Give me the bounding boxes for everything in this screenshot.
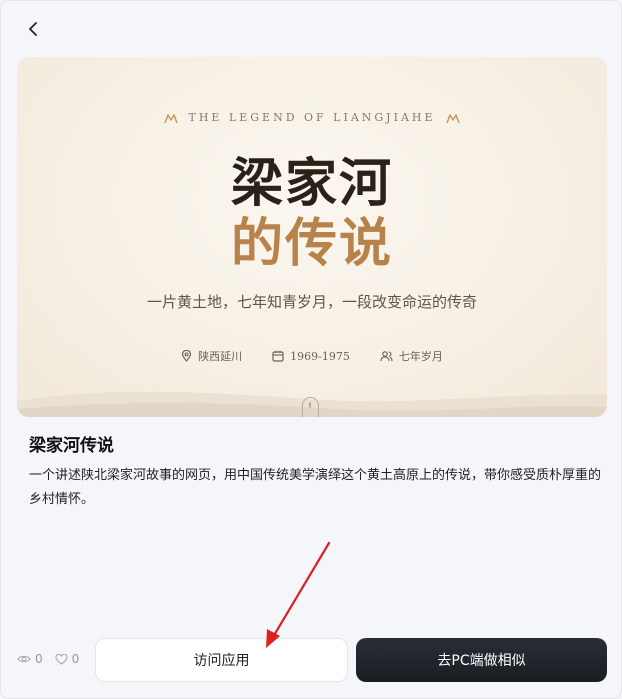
app-description: 一个讲述陕北梁家河故事的网页，用中国传统美学演绎这个黄土高原上的传说，带你感受质… bbox=[29, 468, 602, 507]
meta-duration-text: 七年岁月 bbox=[398, 350, 443, 363]
calendar-icon bbox=[272, 350, 284, 362]
eye-icon bbox=[17, 655, 31, 663]
scroll-mouse-icon bbox=[302, 397, 319, 417]
hero-meta: 陕西延川 1969-1975 七年岁月 bbox=[17, 348, 607, 364]
app-detail-panel: THE LEGEND OF LIANGJIAHE 梁家河 的传说 一片黄土地，七… bbox=[0, 0, 622, 699]
back-button[interactable] bbox=[19, 15, 47, 43]
hero-subtitle: 一片黄土地，七年知青岁月，一段改变命运的传奇 bbox=[146, 293, 477, 311]
visit-app-button[interactable]: 访问应用 bbox=[95, 638, 348, 682]
hero-title-line2: 的传说 bbox=[230, 213, 393, 274]
people-icon bbox=[380, 351, 393, 362]
meta-location-text: 陕西延川 bbox=[198, 350, 243, 363]
mountain-icon bbox=[445, 113, 460, 123]
heart-icon bbox=[55, 653, 68, 665]
meta-years-text: 1969-1975 bbox=[290, 349, 350, 363]
make-similar-label: 去PC端做相似 bbox=[437, 653, 526, 669]
app-title: 梁家河传说 bbox=[29, 436, 114, 456]
likes-count: 0 bbox=[71, 652, 80, 666]
hero-eyebrow-text: THE LEGEND OF LIANGJIAHE bbox=[188, 111, 436, 124]
chevron-left-icon bbox=[29, 22, 37, 36]
meta-duration: 七年岁月 bbox=[380, 348, 443, 364]
meta-years: 1969-1975 bbox=[272, 348, 350, 364]
visit-app-label: 访问应用 bbox=[193, 653, 250, 669]
make-similar-on-pc-button[interactable]: 去PC端做相似 bbox=[356, 638, 607, 682]
views-stat: 0 bbox=[17, 652, 43, 666]
views-count: 0 bbox=[35, 652, 43, 666]
app-stats: 0 0 bbox=[17, 652, 79, 666]
hero-eyebrow: THE LEGEND OF LIANGJIAHE bbox=[17, 111, 607, 124]
app-preview-image[interactable]: THE LEGEND OF LIANGJIAHE 梁家河 的传说 一片黄土地，七… bbox=[17, 57, 607, 417]
meta-location: 陕西延川 bbox=[181, 348, 242, 364]
map-pin-icon bbox=[182, 350, 192, 362]
mountain-icon bbox=[164, 113, 179, 123]
likes-stat[interactable]: 0 bbox=[55, 652, 80, 666]
